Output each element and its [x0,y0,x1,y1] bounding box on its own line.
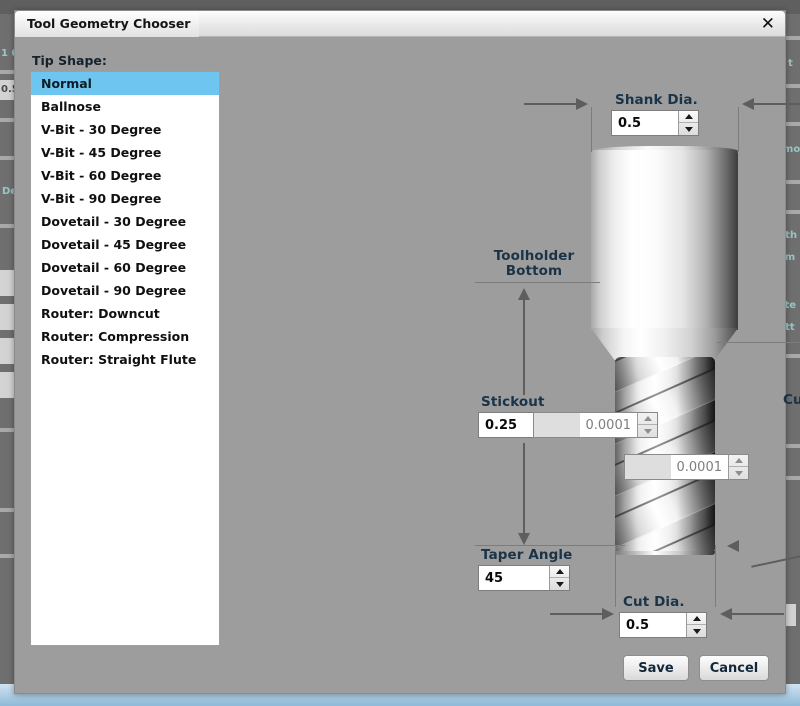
dialog-title: Tool Geometry Chooser [27,16,191,31]
overall-len-spinner-down [729,467,748,479]
dialog-title-bar: Tool Geometry Chooser ✕ [15,11,785,37]
extension-line-toolholder-bottom [475,282,600,283]
extension-line-cut-len-top [717,342,800,343]
overall-len-pad [625,455,671,479]
list-item-dovetail-90[interactable]: Dovetail - 90 Degree [31,279,219,302]
shank-dia-spinner-up[interactable] [679,111,698,123]
cancel-button[interactable]: Cancel [699,655,769,681]
list-item-dovetail-45[interactable]: Dovetail - 45 Degree [31,233,219,256]
cut-len-input: 0.0001 [533,412,658,438]
extension-line-stickout-bottom [475,545,625,546]
overall-len-spinner-up [729,455,748,467]
label-stickout: Stickout [481,394,545,410]
extension-line-shank-right [738,107,739,152]
shank-dia-spinner[interactable] [678,111,698,135]
list-item-router-compression[interactable]: Router: Compression [31,325,219,348]
label-cut-len: Cut Len. [783,392,800,408]
dimension-line-stickout [523,298,525,395]
list-item-router-downcut[interactable]: Router: Downcut [31,302,219,325]
arrow-left-corner-rad [727,540,739,552]
cut-len-spinner [637,413,657,437]
cut-dia-spinner-down[interactable] [687,625,706,637]
tool-shank-taper [591,328,738,360]
dimension-line-cut-dia-right [732,613,784,615]
extension-line-shank-left [591,107,592,152]
arrow-left-shank-dia [742,98,754,110]
extension-line-cut-dia-right [715,545,716,607]
arrow-left-cut-dia [720,608,732,620]
shank-dia-value[interactable]: 0.5 [612,111,678,135]
extension-line-cut-dia-left [615,545,616,607]
tip-shape-list[interactable]: Normal Ballnose V-Bit - 30 Degree V-Bit … [30,71,220,646]
taper-angle-spinner-down[interactable] [550,578,569,590]
close-icon[interactable]: ✕ [761,14,775,34]
tool-geometry-dialog: Tool Geometry Chooser ✕ Tip Shape: Norma… [14,10,800,694]
list-item-router-straight-flute[interactable]: Router: Straight Flute [31,348,219,371]
list-item-vbit-60[interactable]: V-Bit - 60 Degree [31,164,219,187]
background-right-fragment-1: t [788,58,793,69]
dimension-line-stickout-lower [523,443,525,535]
taper-angle-spinner[interactable] [549,566,569,590]
overall-len-input: 0.0001 [624,454,749,480]
label-toolholder-bottom-line1: Toolholder [493,248,575,264]
tip-shape-label: Tip Shape: [32,53,107,68]
list-item-dovetail-30[interactable]: Dovetail - 30 Degree [31,210,219,233]
list-item-dovetail-60[interactable]: Dovetail - 60 Degree [31,256,219,279]
arrow-right-cut-dia [602,608,614,620]
taper-angle-value[interactable]: 45 [479,566,549,590]
cut-dia-input[interactable]: 0.5 [619,612,707,638]
label-cut-dia: Cut Dia. [623,594,685,610]
arrow-down-stickout [518,533,530,545]
cut-dia-spinner-up[interactable] [687,613,706,625]
tool-tip-edge [615,551,715,555]
list-item-vbit-90[interactable]: V-Bit - 90 Degree [31,187,219,210]
dimension-line-cut-dia-left [550,613,602,615]
taper-angle-spinner-up[interactable] [550,566,569,578]
overall-len-spinner [728,455,748,479]
cut-dia-value[interactable]: 0.5 [620,613,686,637]
dimension-line-shank-dia-right [754,103,800,105]
arrow-right-shank-dia [576,98,588,110]
list-item-vbit-45[interactable]: V-Bit - 45 Degree [31,141,219,164]
cut-len-value: 0.0001 [580,413,637,437]
cut-len-spinner-up [638,413,657,425]
label-toolholder-bottom-line2: Bottom [505,263,563,279]
overall-len-value: 0.0001 [671,455,728,479]
cut-dia-spinner[interactable] [686,613,706,637]
list-item-ballnose[interactable]: Ballnose [31,95,219,118]
cut-len-pad [534,413,580,437]
list-item-normal[interactable]: Normal [31,72,219,95]
dimension-line-shank-dia-left [524,103,576,105]
shank-dia-input[interactable]: 0.5 [611,110,699,136]
tool-shank [591,150,738,330]
cut-len-spinner-down [638,425,657,437]
taper-angle-input[interactable]: 45 [478,565,570,591]
save-button[interactable]: Save [623,655,689,681]
label-taper-angle: Taper Angle [481,547,573,563]
tool-drawing-canvas: Shank Dia. 0.5 Toolholder Bottom Stickou… [230,45,800,647]
label-toolholder-bottom: Toolholder Bottom [478,249,590,279]
label-shank-dia: Shank Dia. [615,92,698,108]
list-item-vbit-30[interactable]: V-Bit - 30 Degree [31,118,219,141]
shank-dia-spinner-down[interactable] [679,123,698,135]
